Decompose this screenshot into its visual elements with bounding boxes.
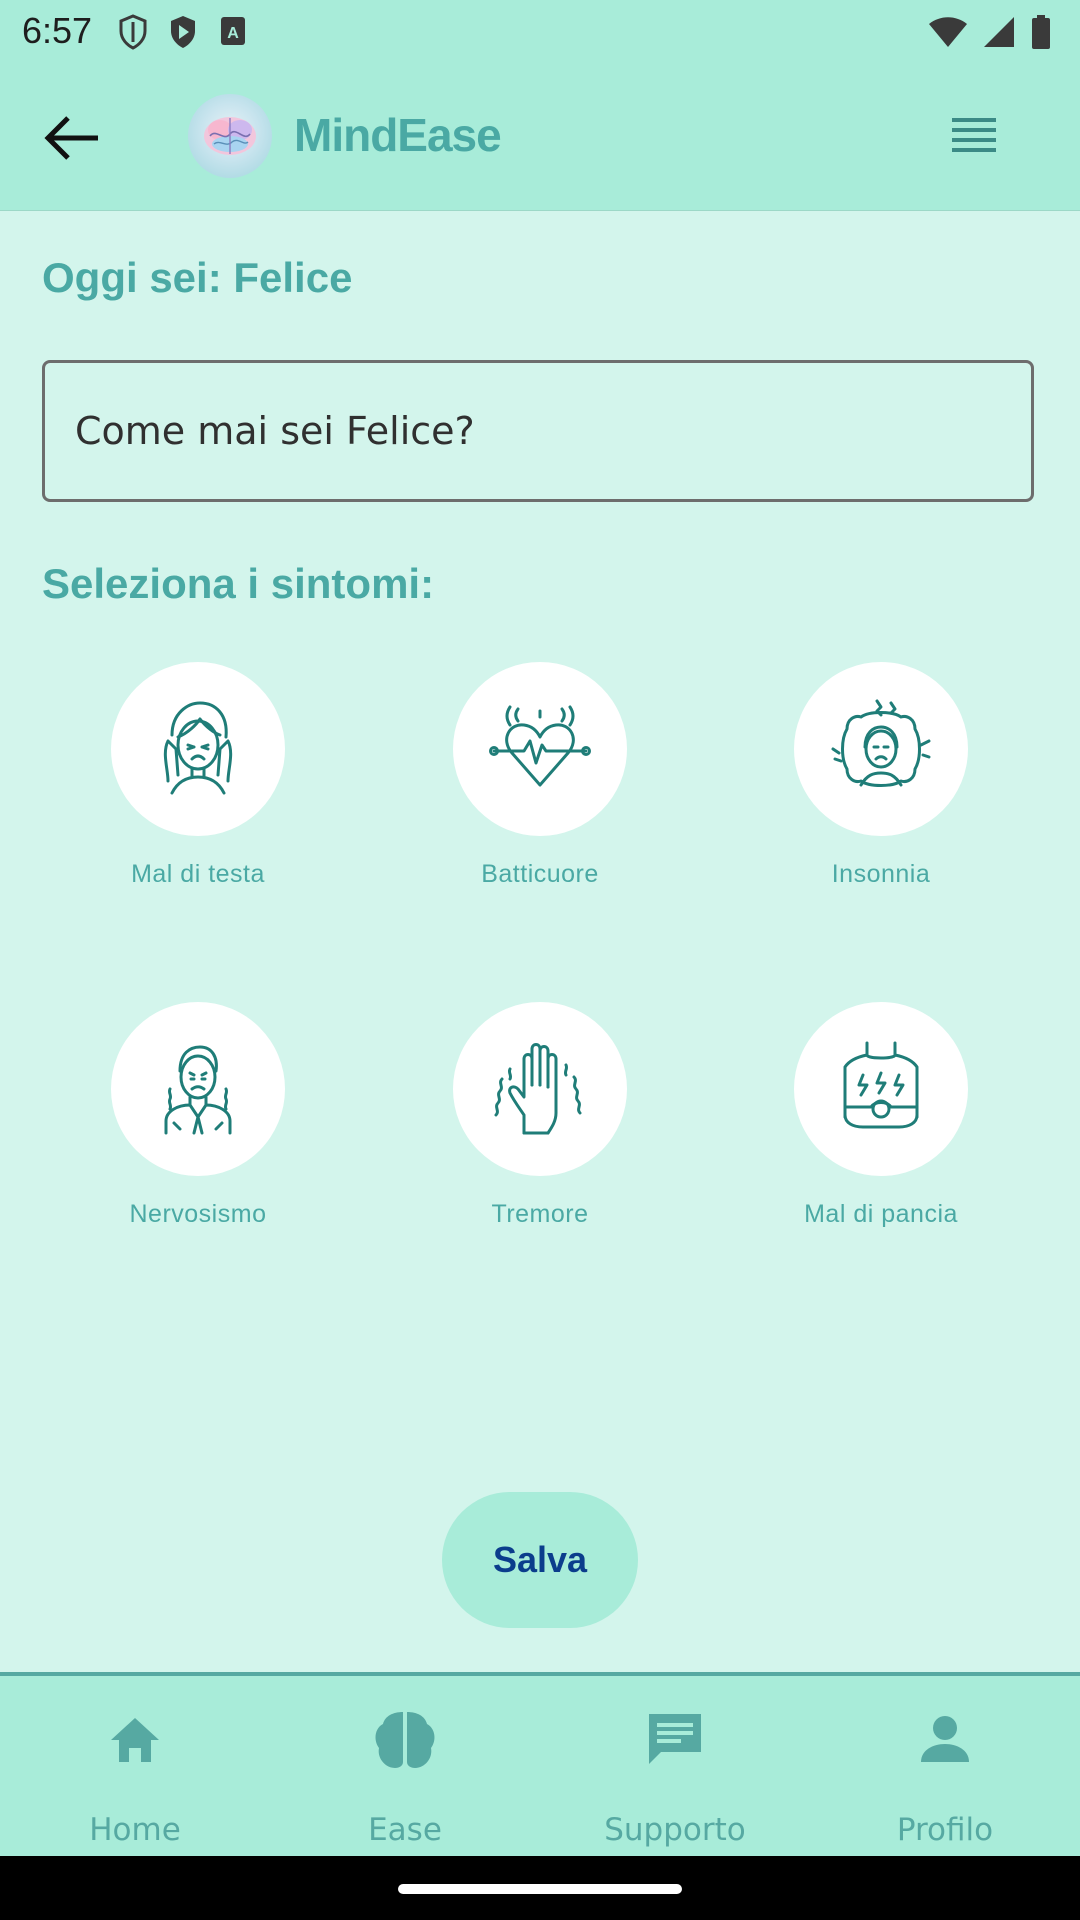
symptom-tremor[interactable]: Tremore <box>410 1002 670 1242</box>
nav-label: Home <box>89 1812 181 1848</box>
symptom-icon-circle <box>111 1002 285 1176</box>
headache-icon <box>163 701 233 795</box>
person-icon <box>921 1716 969 1762</box>
app-bar: MindEase <box>0 64 1080 211</box>
keyboard-app-icon: A <box>218 14 248 55</box>
symptom-icon-circle <box>453 1002 627 1176</box>
symptom-icon-circle <box>453 662 627 836</box>
nav-item-home[interactable]: Home <box>0 1676 270 1860</box>
app-logo <box>188 94 272 178</box>
symptom-icon-circle <box>794 662 968 836</box>
brain-logo-icon <box>204 117 256 155</box>
stomachache-icon <box>843 1041 919 1129</box>
symptom-label: Tremore <box>491 1200 589 1228</box>
wifi-icon <box>928 15 968 54</box>
symptom-label: Mal di pancia <box>804 1200 958 1228</box>
nervousness-icon <box>164 1045 232 1135</box>
status-icons-left: A <box>118 14 248 55</box>
nav-label: Ease <box>368 1812 442 1848</box>
nav-item-supporto[interactable]: Supporto <box>540 1676 810 1860</box>
status-icons-right <box>928 14 1052 55</box>
nav-item-ease[interactable]: Ease <box>270 1676 540 1860</box>
home-icon <box>111 1718 159 1762</box>
nav-label: Supporto <box>604 1812 746 1848</box>
mood-reason-input[interactable] <box>42 360 1034 502</box>
symptom-label: Batticuore <box>481 860 599 888</box>
symptom-headache[interactable]: Mal di testa <box>68 662 328 902</box>
symptom-label: Insonnia <box>831 860 931 888</box>
insomnia-icon <box>831 699 931 787</box>
tremor-hand-icon <box>494 1043 582 1135</box>
status-time: 6:57 <box>22 10 93 51</box>
status-bar: 6:57 A <box>0 0 1080 64</box>
play-protect-icon <box>168 14 198 55</box>
cellular-signal-icon <box>982 15 1016 54</box>
symptom-icon-circle <box>111 662 285 836</box>
nav-item-profilo[interactable]: Profilo <box>810 1676 1080 1860</box>
save-button[interactable]: Salva <box>442 1492 638 1628</box>
battery-icon <box>1030 14 1052 55</box>
symptom-icon-circle <box>794 1002 968 1176</box>
chat-icon <box>649 1714 701 1764</box>
shield-icon <box>118 14 148 55</box>
menu-lines-icon <box>952 118 996 152</box>
back-button[interactable] <box>40 110 108 166</box>
system-gesture-bar <box>0 1856 1080 1920</box>
symptom-nervousness[interactable]: Nervosismo <box>68 1002 328 1242</box>
app-title: MindEase <box>294 109 502 161</box>
heartbeat-icon <box>489 705 591 787</box>
nav-label: Profilo <box>896 1812 994 1848</box>
bottom-nav: Home Ease Supporto Profilo <box>0 1672 1080 1860</box>
brain-icon <box>375 1712 435 1768</box>
home-gesture-handle[interactable] <box>398 1884 682 1894</box>
arrow-back-icon <box>44 116 98 160</box>
svg-text:A: A <box>227 25 239 42</box>
mood-heading: Oggi sei: Felice <box>42 254 353 301</box>
symptoms-heading: Seleziona i sintomi: <box>42 560 435 607</box>
symptom-label: Nervosismo <box>129 1200 267 1228</box>
symptom-stomachache[interactable]: Mal di pancia <box>751 1002 1011 1242</box>
menu-button[interactable] <box>950 114 998 158</box>
symptom-label: Mal di testa <box>131 860 265 888</box>
symptom-insomnia[interactable]: Insonnia <box>751 662 1011 902</box>
symptom-heartbeat[interactable]: Batticuore <box>410 662 670 902</box>
